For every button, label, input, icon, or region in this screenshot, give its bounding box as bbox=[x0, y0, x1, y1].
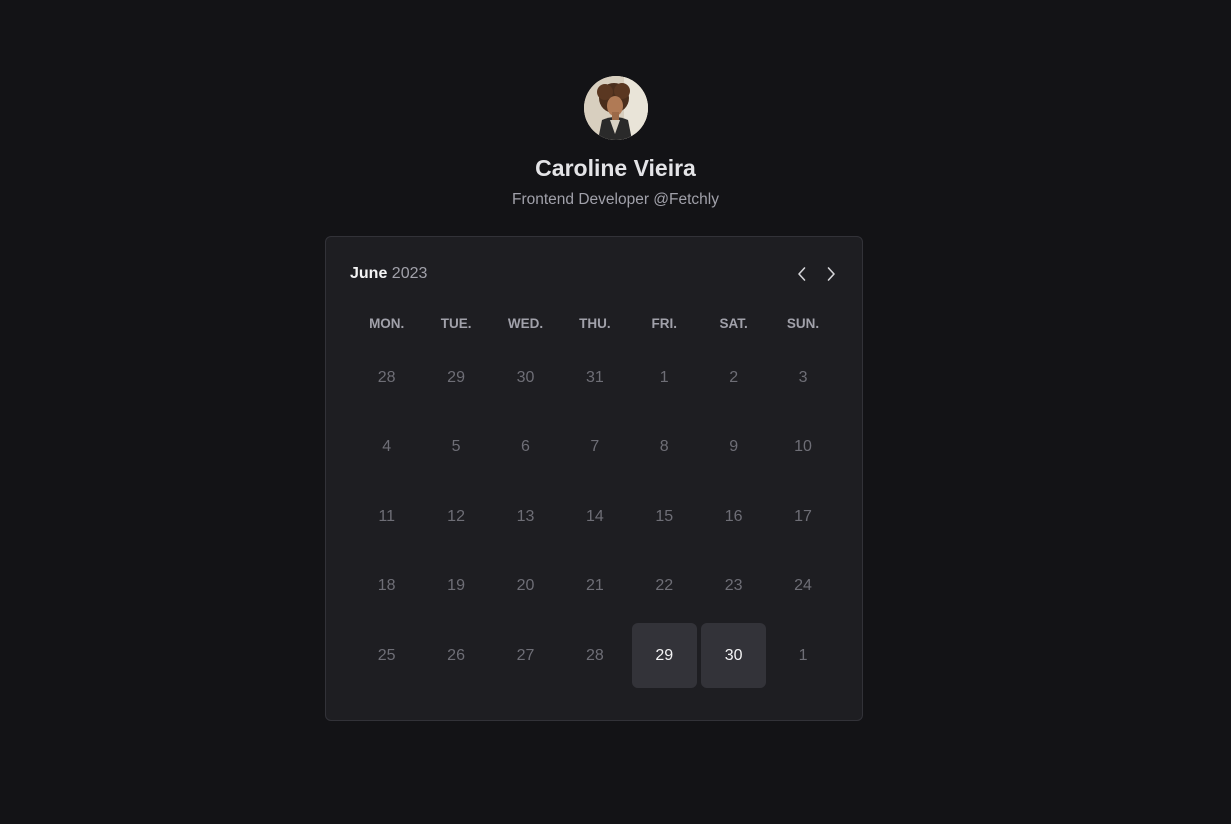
profile-role: Frontend Developer @Fetchly bbox=[512, 191, 719, 208]
calendar-week-row: 25 26 27 28 29 30 1 bbox=[352, 621, 838, 691]
calendar-day: 3 bbox=[798, 368, 808, 386]
calendar-day: 22 bbox=[655, 577, 674, 595]
calendar-day: 6 bbox=[521, 438, 530, 456]
profile-header: Caroline Vieira Frontend Developer @Fetc… bbox=[0, 76, 1231, 210]
avatar bbox=[583, 76, 648, 140]
calendar-day: 18 bbox=[377, 577, 396, 595]
profile-name: Caroline Vieira bbox=[535, 155, 696, 181]
calendar-day: 5 bbox=[451, 438, 461, 456]
calendar-week-row: 11 12 13 14 15 16 17 bbox=[352, 482, 838, 552]
calendar-week-row: 18 19 20 21 22 23 24 bbox=[352, 552, 838, 622]
calendar-grid: MON. TUE. WED. THU. FRI. SAT. SUN. 28 29 30 31 1 2 3… bbox=[352, 303, 838, 691]
calendar-month: June bbox=[350, 265, 388, 282]
calendar-day: 17 bbox=[794, 507, 812, 525]
calendar-day: 4 bbox=[382, 438, 392, 456]
calendar-day: 14 bbox=[585, 507, 604, 525]
chevron-left-icon bbox=[798, 267, 806, 281]
calendar-day: 10 bbox=[794, 438, 812, 456]
weekday-label: WED. bbox=[507, 315, 544, 331]
calendar-day: 29 bbox=[447, 368, 465, 386]
calendar-day: 11 bbox=[378, 507, 395, 525]
calendar-day: 9 bbox=[729, 438, 739, 456]
available-day-button[interactable]: 29 bbox=[631, 623, 697, 689]
weekday-label: MON. bbox=[369, 315, 405, 331]
weekday-header-row: MON. TUE. WED. THU. FRI. SAT. SUN. bbox=[352, 303, 838, 343]
available-day-button[interactable]: 30 bbox=[701, 623, 767, 689]
calendar-day: 28 bbox=[585, 646, 604, 664]
weekday-label: SUN. bbox=[786, 315, 820, 331]
calendar-title: June 2023 bbox=[350, 264, 427, 284]
calendar-day: 25 bbox=[377, 646, 396, 664]
calendar-day: 24 bbox=[794, 577, 812, 595]
calendar-day: 23 bbox=[724, 577, 743, 595]
calendar-day: 19 bbox=[447, 577, 465, 595]
calendar-day: 15 bbox=[655, 507, 674, 525]
calendar-day: 27 bbox=[516, 646, 535, 664]
calendar-day: 7 bbox=[590, 438, 600, 456]
calendar-day: 1 bbox=[659, 368, 669, 386]
calendar-week-row: 28 29 30 31 1 2 3 bbox=[352, 343, 838, 413]
next-month-button[interactable] bbox=[820, 263, 842, 285]
calendar-day: 20 bbox=[516, 577, 535, 595]
weekday-label: THU. bbox=[579, 315, 611, 331]
calendar-day: 31 bbox=[585, 368, 604, 386]
calendar-day: 8 bbox=[659, 438, 669, 456]
calendar-day: 26 bbox=[447, 646, 465, 664]
weekday-label: TUE. bbox=[440, 315, 472, 331]
calendar-day: 30 bbox=[516, 368, 535, 386]
calendar-day: 21 bbox=[585, 577, 604, 595]
calendar: June 2023 MON. TUE. WED. THU. FRI. SAT. SUN. 2… bbox=[325, 236, 863, 721]
calendar-day: 1 bbox=[798, 646, 808, 664]
calendar-day: 13 bbox=[516, 507, 535, 525]
calendar-week-row: 4 5 6 7 8 9 10 bbox=[352, 413, 838, 483]
calendar-year: 2023 bbox=[391, 265, 428, 282]
calendar-day: 2 bbox=[729, 368, 739, 386]
calendar-day: 16 bbox=[724, 507, 743, 525]
weekday-label: SAT. bbox=[719, 315, 748, 331]
calendar-day: 28 bbox=[377, 368, 396, 386]
weekday-label: FRI. bbox=[651, 315, 678, 331]
calendar-day: 12 bbox=[447, 507, 465, 525]
chevron-right-icon bbox=[827, 267, 835, 281]
previous-month-button[interactable] bbox=[791, 263, 813, 285]
calendar-weeks: 28 29 30 31 1 2 3 4 5 6 7 8 9 10 11 12 13 14 15 16 17 18 19 20 2… bbox=[352, 343, 838, 691]
